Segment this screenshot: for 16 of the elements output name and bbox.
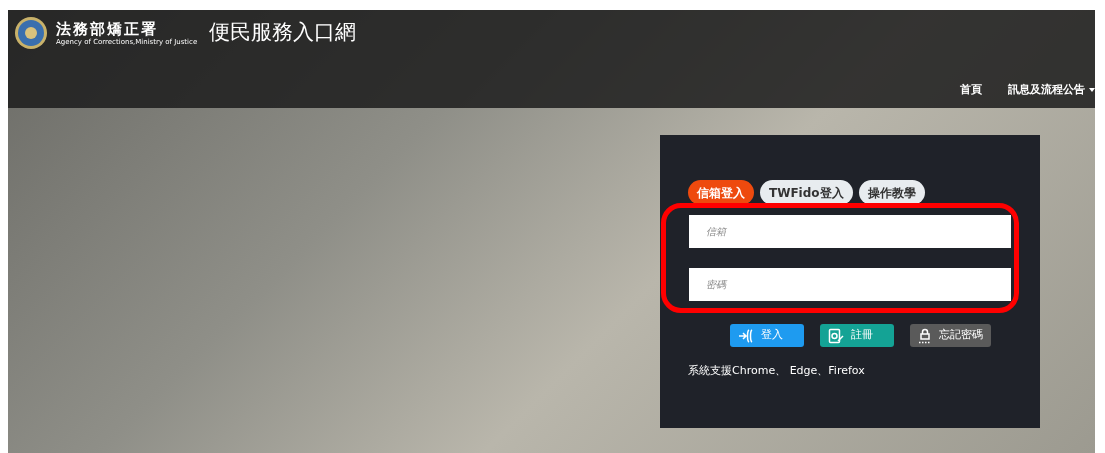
login-tab[interactable]: TWFido登入 xyxy=(760,180,853,205)
agency-name: 法務部矯正署 xyxy=(56,19,159,38)
browser-support-note: 系統支援Chrome、 Edge、Firefox xyxy=(687,363,866,379)
portal-title: 便民服務入口網 xyxy=(209,19,357,47)
caret-icon xyxy=(1089,88,1095,93)
nav-link[interactable]: 訊息及流程公告 xyxy=(1008,82,1095,99)
document-edit-icon xyxy=(827,327,844,344)
password-field[interactable]: 密碼 xyxy=(689,268,1011,301)
email-field[interactable]: 信箱 xyxy=(689,215,1011,248)
sign-in-icon xyxy=(737,327,754,344)
agency-emblem-icon xyxy=(14,16,48,50)
lock-icon xyxy=(917,327,932,344)
login-tab[interactable]: 操作教學 xyxy=(858,180,925,205)
login-tab[interactable]: 信箱登入 xyxy=(688,180,754,205)
forgot-button[interactable]: 忘記密碼 xyxy=(909,324,991,347)
nav-link[interactable]: 首頁 xyxy=(960,82,982,99)
